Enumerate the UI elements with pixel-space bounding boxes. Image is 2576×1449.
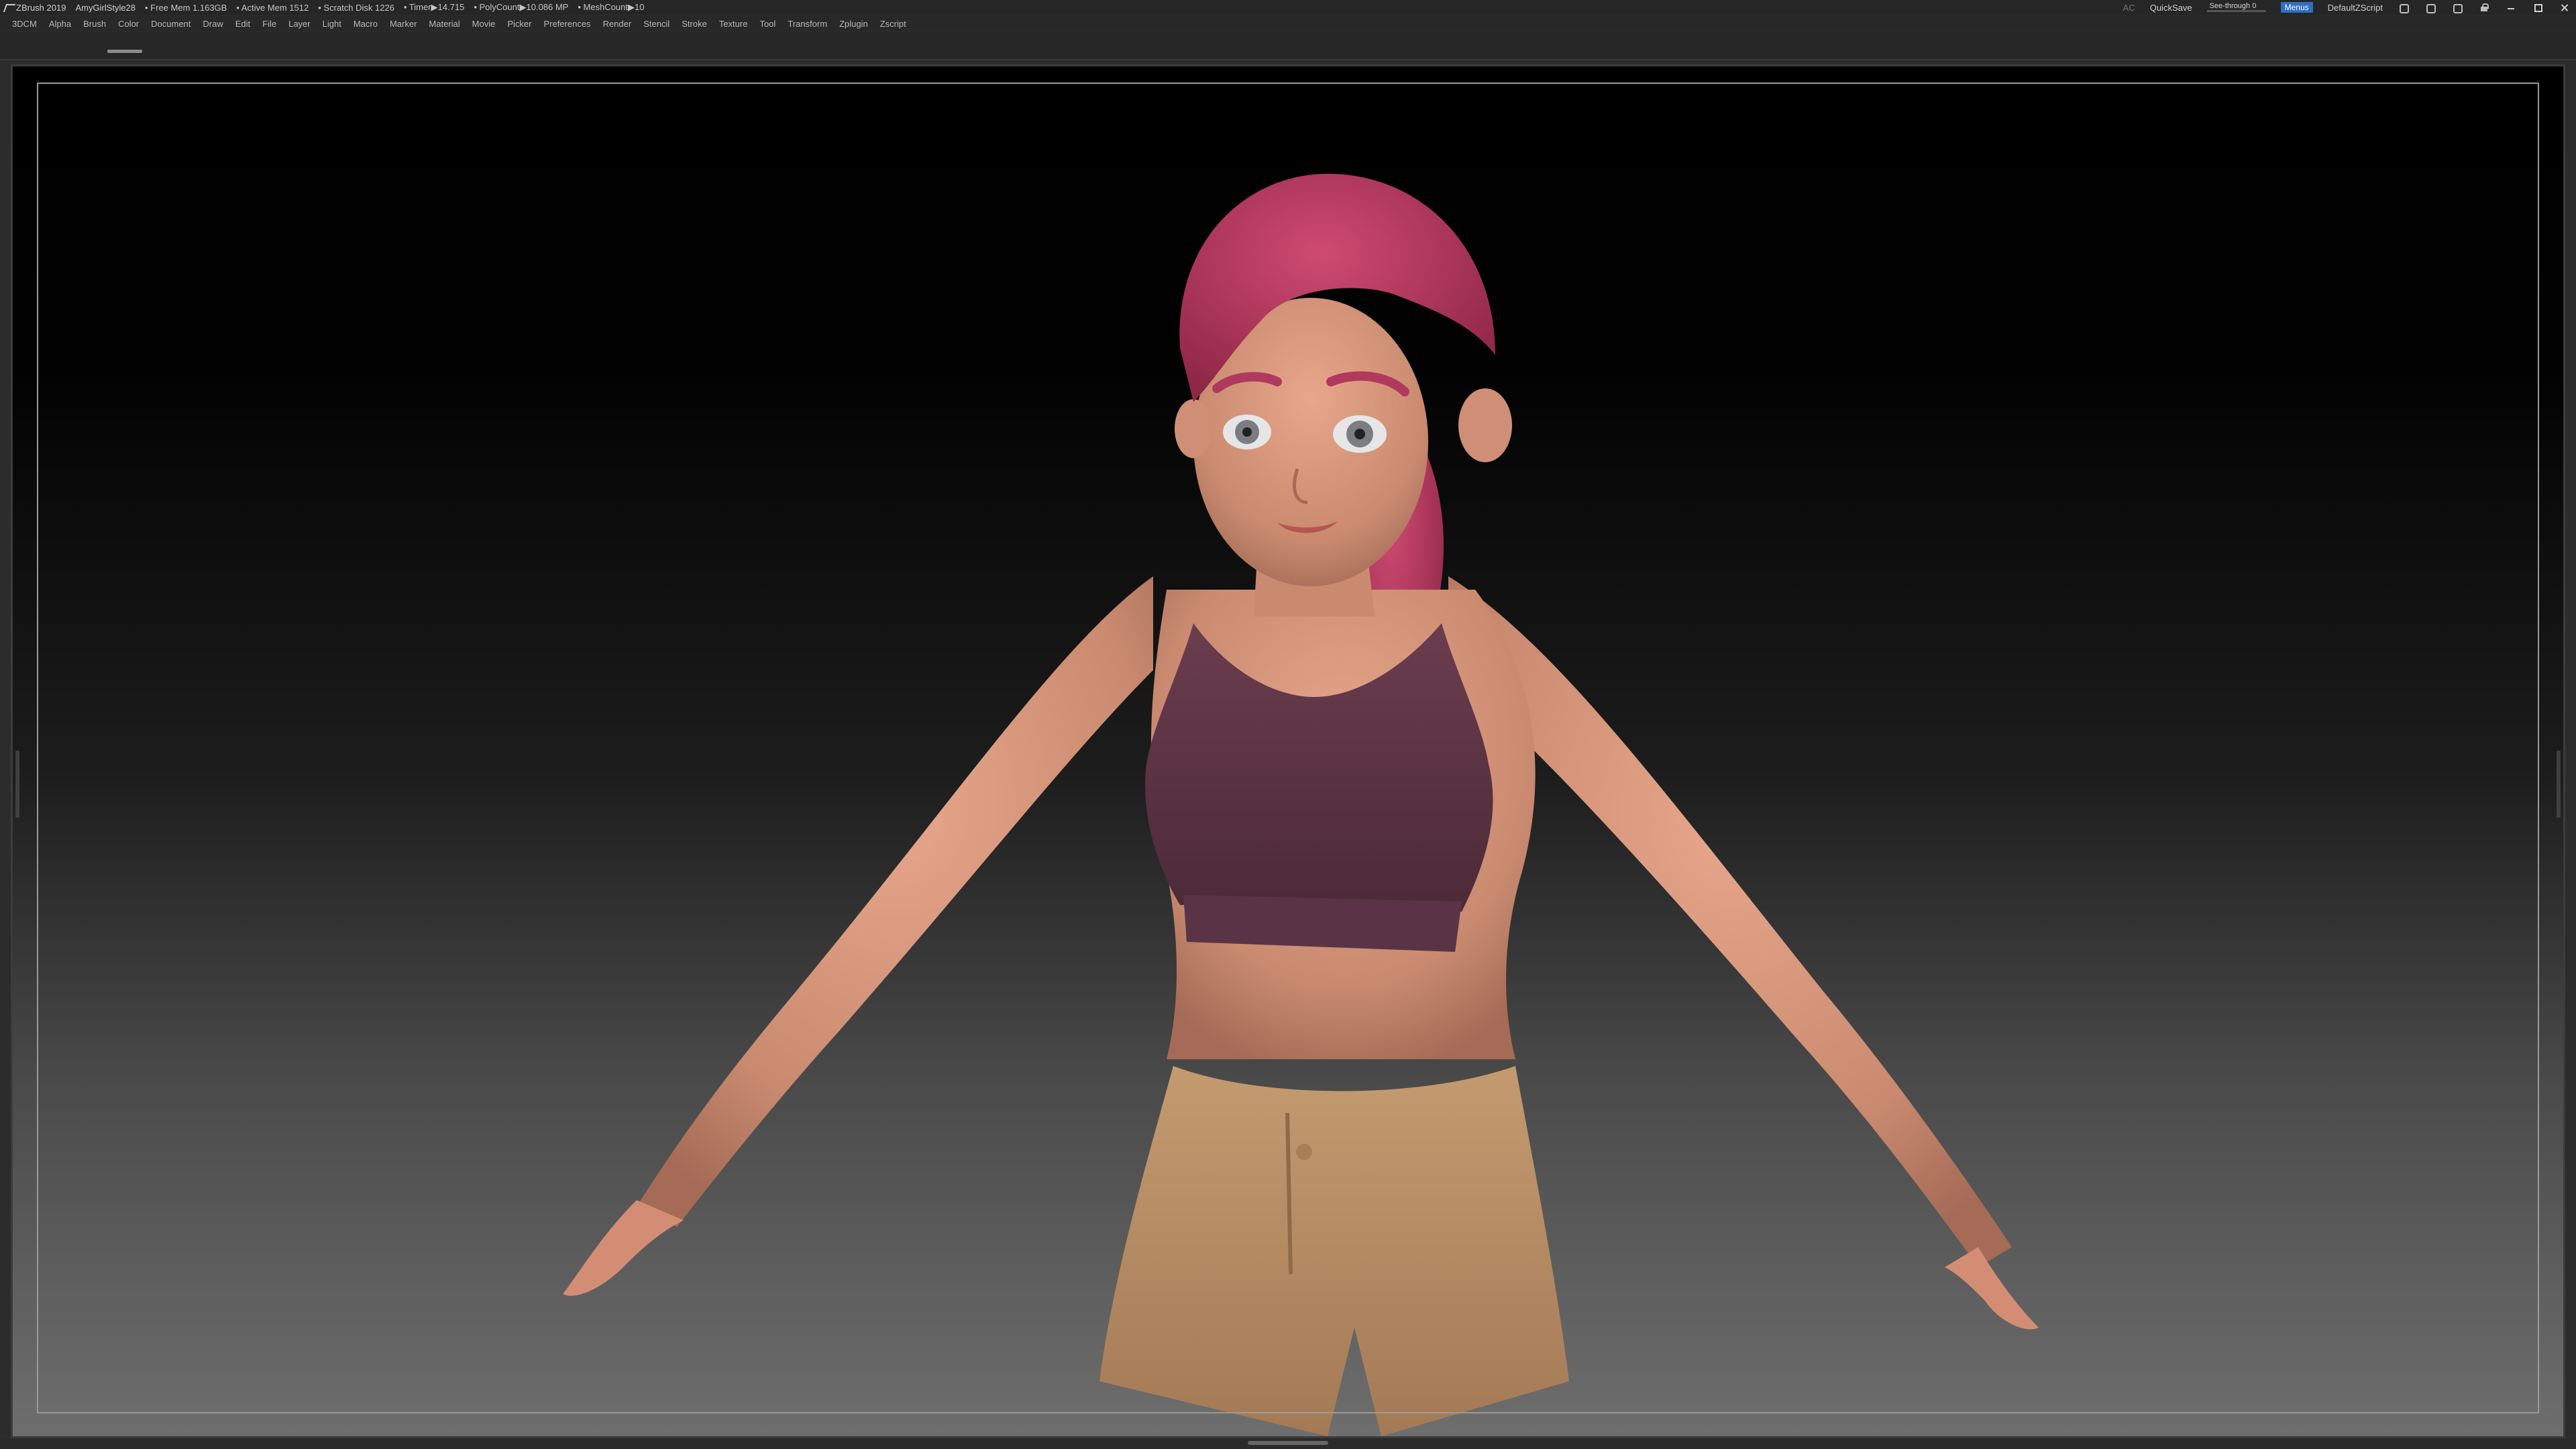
- sculpt-model-render: [563, 174, 2039, 1436]
- default-zscript-button[interactable]: DefaultZScript: [2328, 3, 2383, 13]
- quicksave-button[interactable]: QuickSave: [2150, 3, 2192, 13]
- app-title: ZBrush 2019: [16, 2, 66, 13]
- settings-icon[interactable]: [2451, 3, 2463, 13]
- menu-material[interactable]: Material: [423, 19, 466, 29]
- free-mem-readout: • Free Mem 1.163GB: [145, 2, 227, 13]
- menu-alpha[interactable]: Alpha: [43, 19, 77, 29]
- see-through-track: [2206, 10, 2266, 12]
- menu-transform[interactable]: Transform: [782, 19, 833, 29]
- top-shelf: [0, 32, 2576, 59]
- menu-draw[interactable]: Draw: [197, 19, 229, 29]
- menu-tool[interactable]: Tool: [753, 19, 782, 29]
- menu-movie[interactable]: Movie: [466, 19, 502, 29]
- shorts: [1099, 1066, 1569, 1436]
- main-menu-bar: 3DCM Alpha Brush Color Document Draw Edit File L…: [0, 16, 2576, 31]
- shorts-button: [1296, 1144, 1312, 1160]
- left-arm: [637, 576, 1153, 1227]
- right-ear: [1458, 388, 1512, 462]
- zbrush-logo-icon: [4, 3, 13, 12]
- active-mem-readout: • Active Mem 1512: [236, 2, 309, 13]
- scratch-disk-readout: • Scratch Disk 1226: [318, 2, 394, 13]
- left-pupil: [1242, 427, 1252, 437]
- bottom-tray: [0, 1438, 2576, 1449]
- project-name: AmyGirlStyle28: [75, 2, 136, 13]
- menu-stroke[interactable]: Stroke: [676, 19, 713, 29]
- menu-marker[interactable]: Marker: [384, 19, 423, 29]
- menu-render[interactable]: Render: [597, 19, 638, 29]
- menu-preferences[interactable]: Preferences: [537, 19, 596, 29]
- close-icon[interactable]: [2559, 3, 2571, 12]
- meshcount-readout: • MeshCount▶10: [578, 2, 645, 12]
- polycount-readout: • PolyCount▶10.086 MP: [474, 2, 569, 12]
- see-through-slider[interactable]: See-through 0: [2206, 2, 2266, 12]
- lock-icon[interactable]: [2478, 3, 2490, 12]
- right-pupil: [1354, 429, 1365, 439]
- left-hand: [563, 1200, 684, 1296]
- menu-brush[interactable]: Brush: [77, 19, 112, 29]
- bottom-tray-handle[interactable]: [1248, 1441, 1328, 1445]
- menu-macro[interactable]: Macro: [347, 19, 384, 29]
- menu-color[interactable]: Color: [112, 19, 145, 29]
- right-hand: [1945, 1247, 2039, 1330]
- viewport-canvas[interactable]: [11, 64, 2565, 1438]
- menu-edit[interactable]: Edit: [229, 19, 256, 29]
- menu-zplugin[interactable]: Zplugin: [833, 19, 874, 29]
- menus-toggle-button[interactable]: Menus: [2280, 2, 2313, 13]
- minimize-icon[interactable]: [2505, 3, 2517, 12]
- left-tray-handle[interactable]: [15, 751, 19, 818]
- menu-picker[interactable]: Picker: [501, 19, 537, 29]
- menu-texture[interactable]: Texture: [713, 19, 754, 29]
- layout-icon[interactable]: [2424, 3, 2436, 13]
- shelf-drag-handle[interactable]: [107, 50, 142, 53]
- menu-stencil[interactable]: Stencil: [637, 19, 676, 29]
- maximize-icon[interactable]: [2532, 3, 2544, 12]
- right-tray-handle[interactable]: [2557, 751, 2561, 818]
- timer-readout: • Timer▶14.715: [403, 2, 465, 12]
- see-through-label: See-through 0: [2209, 2, 2257, 10]
- ac-button[interactable]: AC: [2123, 3, 2135, 13]
- menu-3dcm[interactable]: 3DCM: [0, 19, 43, 29]
- menu-document[interactable]: Document: [145, 19, 197, 29]
- title-bar-right: AC QuickSave See-through 0 Menus Default…: [2108, 0, 2576, 15]
- menu-light[interactable]: Light: [317, 19, 347, 29]
- left-ear: [1175, 399, 1212, 458]
- menu-zscript[interactable]: Zscript: [874, 19, 912, 29]
- menu-layer[interactable]: Layer: [282, 19, 317, 29]
- title-bar: ZBrush 2019 AmyGirlStyle28 • Free Mem 1.…: [0, 0, 2576, 15]
- menu-file[interactable]: File: [256, 19, 282, 29]
- help-icon[interactable]: [2398, 3, 2410, 13]
